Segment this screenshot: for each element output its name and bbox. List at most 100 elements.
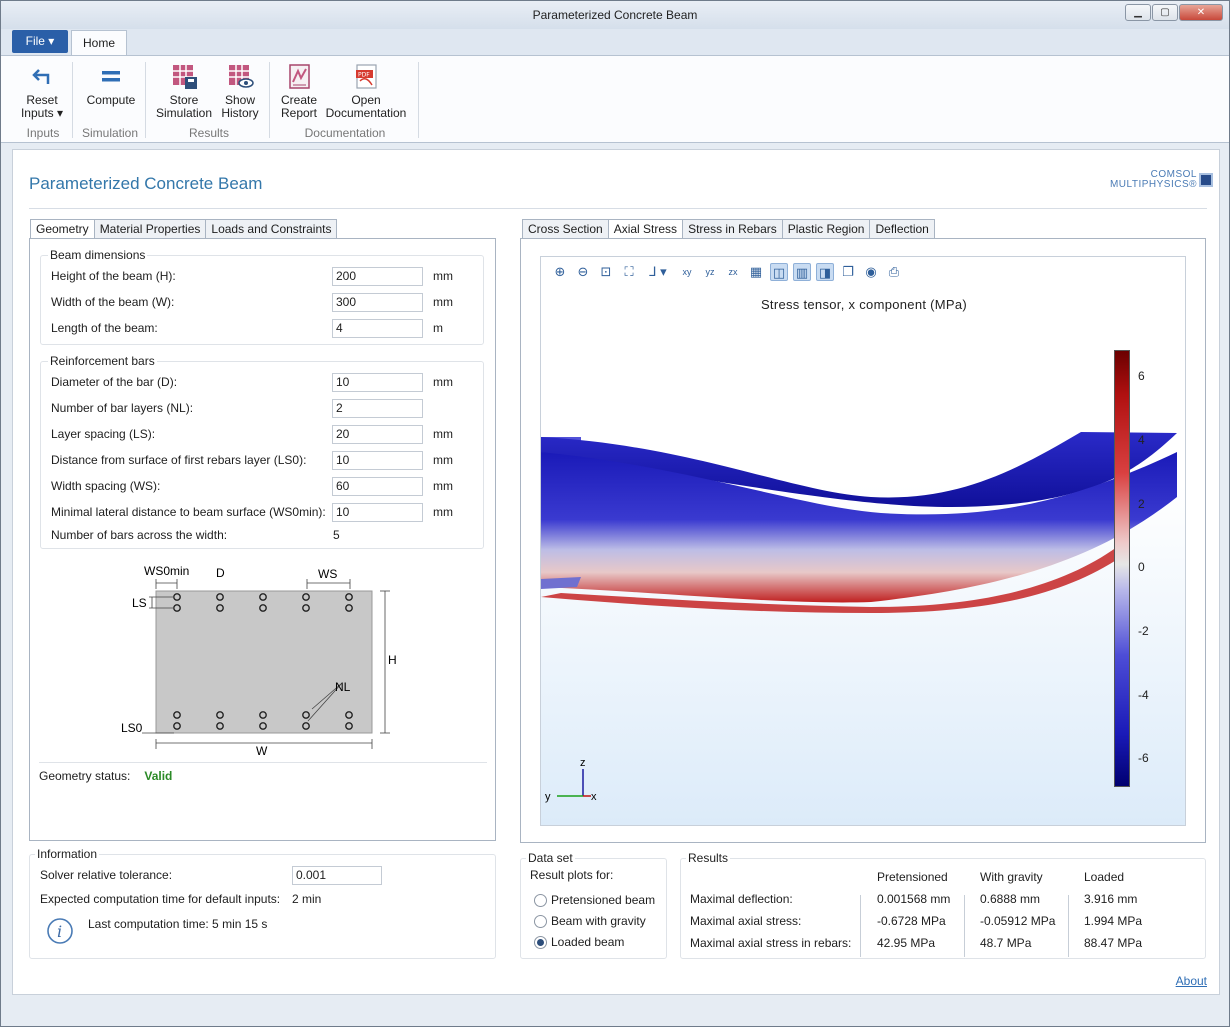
column-divider bbox=[860, 895, 861, 957]
layers-input[interactable]: 2 bbox=[332, 399, 423, 418]
main-panel: Parameterized Concrete Beam COMSOL MULTI… bbox=[12, 149, 1220, 995]
height-label: Height of the beam (H): bbox=[51, 269, 176, 283]
length-input[interactable]: 4 bbox=[332, 319, 423, 338]
logo-line-2: MULTIPHYSICS® bbox=[1109, 179, 1197, 190]
group-documentation-label: Documentation bbox=[304, 126, 386, 140]
width-spacing-unit: mm bbox=[433, 479, 453, 493]
ribbon-separator bbox=[269, 62, 270, 138]
app-window: Parameterized Concrete Beam ▁ ▢ ✕ File ▾… bbox=[0, 0, 1230, 1027]
lateral-distance-input[interactable]: 10 bbox=[332, 503, 423, 522]
result-value: 3.916 mm bbox=[1084, 892, 1138, 906]
data-set-legend: Data set bbox=[526, 851, 575, 865]
diameter-input[interactable]: 10 bbox=[332, 373, 423, 392]
colorbar-tick: 2 bbox=[1138, 497, 1145, 511]
tab-plastic-region[interactable]: Plastic Region bbox=[781, 219, 870, 239]
colorbar-tick: -2 bbox=[1138, 624, 1149, 638]
result-value: -0.05912 MPa bbox=[980, 914, 1056, 928]
expected-time-row: Expected computation time for default in… bbox=[40, 889, 460, 909]
axis-triad-icon: z y x bbox=[545, 757, 597, 803]
last-computation-label: Last computation time: 5 min 15 s bbox=[88, 917, 268, 931]
tab-geometry[interactable]: Geometry bbox=[30, 219, 94, 240]
width-input[interactable]: 300 bbox=[332, 293, 423, 312]
bars-count-row: Number of bars across the width: 5 bbox=[51, 525, 471, 545]
tab-cross-section[interactable]: Cross Section bbox=[522, 219, 608, 239]
maximize-button[interactable]: ▢ bbox=[1152, 4, 1178, 21]
last-computation-row: Last computation time: 5 min 15 s bbox=[88, 914, 508, 934]
radio-loaded-beam[interactable]: Loaded beam bbox=[534, 933, 624, 951]
result-value: -0.6728 MPa bbox=[877, 914, 946, 928]
tolerance-input[interactable]: 0.001 bbox=[292, 866, 382, 885]
report-label-2: Report bbox=[280, 106, 318, 120]
history-label-2: History bbox=[221, 106, 259, 120]
column-divider bbox=[964, 895, 965, 957]
open-documentation-button[interactable]: PDF Open Documentation bbox=[323, 62, 409, 120]
undo-icon bbox=[28, 62, 56, 90]
group-results-label: Results bbox=[188, 126, 229, 140]
bars-count-value: 5 bbox=[333, 528, 340, 542]
minimize-button[interactable]: ▁ bbox=[1125, 4, 1151, 21]
svg-text:i: i bbox=[57, 922, 62, 941]
width-spacing-label: Width spacing (WS): bbox=[51, 479, 161, 493]
file-menu-button[interactable]: File ▾ bbox=[12, 30, 68, 53]
about-link[interactable]: About bbox=[1176, 974, 1207, 988]
app-title: Parameterized Concrete Beam bbox=[29, 174, 263, 193]
sketch-ls-label: LS bbox=[132, 596, 147, 610]
comsol-logo: COMSOL MULTIPHYSICS® bbox=[1109, 170, 1213, 190]
geometry-status-label: Geometry status: bbox=[39, 769, 131, 783]
height-row: Height of the beam (H): 200 mm bbox=[51, 266, 471, 286]
reset-inputs-button[interactable]: Reset Inputs ▾ bbox=[19, 62, 65, 120]
sketch-ls0-label: LS0 bbox=[121, 721, 143, 735]
store-simulation-button[interactable]: Store Simulation bbox=[153, 62, 215, 120]
reinforcement-legend: Reinforcement bars bbox=[48, 354, 157, 368]
create-report-button[interactable]: Create Report bbox=[277, 62, 321, 120]
tab-loads-constraints[interactable]: Loads and Constraints bbox=[205, 219, 338, 239]
compute-button[interactable]: Compute bbox=[83, 62, 139, 107]
colorbar-tick: 0 bbox=[1138, 560, 1145, 574]
lateral-distance-row: Minimal lateral distance to beam surface… bbox=[51, 502, 471, 522]
width-spacing-input[interactable]: 60 bbox=[332, 477, 423, 496]
tab-material-properties[interactable]: Material Properties bbox=[93, 219, 206, 239]
layers-label: Number of bar layers (NL): bbox=[51, 401, 194, 415]
tab-deflection[interactable]: Deflection bbox=[869, 219, 935, 239]
surface-distance-input[interactable]: 10 bbox=[332, 451, 423, 470]
comsol-logo-icon bbox=[1199, 173, 1213, 187]
store-simulation-icon bbox=[170, 62, 198, 90]
colorbar-tick: -4 bbox=[1138, 688, 1149, 702]
store-label-2: Simulation bbox=[155, 106, 213, 120]
radio-beam-with-gravity[interactable]: Beam with gravity bbox=[534, 912, 646, 930]
window-title: Parameterized Concrete Beam bbox=[532, 8, 698, 22]
color-legend-bar bbox=[1114, 350, 1130, 787]
layer-spacing-input[interactable]: 20 bbox=[332, 425, 423, 444]
graphics-window: ⊕ ⊖ ⊡ ⛶ ⅃ ▾ xy yz zx ▦ ◫ ▥ ◨ ❐ ◉ ⎙ Stres… bbox=[540, 256, 1186, 826]
sketch-w-label: W bbox=[256, 744, 268, 755]
show-history-button[interactable]: Show History bbox=[217, 62, 263, 120]
layer-spacing-label: Layer spacing (LS): bbox=[51, 427, 156, 441]
axis-z-label: z bbox=[580, 757, 586, 769]
result-value: 0.001568 mm bbox=[877, 892, 951, 906]
height-unit: mm bbox=[433, 269, 453, 283]
doc-label-2: Documentation bbox=[325, 106, 407, 120]
group-simulation-label: Simulation bbox=[81, 126, 139, 140]
axis-x-label: x bbox=[591, 791, 597, 803]
length-row: Length of the beam: 4 m bbox=[51, 318, 471, 338]
tab-home[interactable]: Home bbox=[71, 30, 127, 56]
col-loaded: Loaded bbox=[1084, 870, 1125, 884]
svg-text:PDF: PDF bbox=[358, 72, 370, 79]
tab-axial-stress[interactable]: Axial Stress bbox=[607, 219, 683, 240]
beam-stress-render bbox=[541, 432, 1177, 613]
radio-pretensioned-beam[interactable]: Pretensioned beam bbox=[534, 891, 655, 909]
result-value: 48.7 MPa bbox=[980, 936, 1032, 950]
tab-stress-in-rebars[interactable]: Stress in Rebars bbox=[682, 219, 782, 239]
results-group: Results Pretensioned With gravity Loaded… bbox=[680, 851, 1206, 959]
colorbar-tick: 4 bbox=[1138, 433, 1145, 447]
result-value: 1.994 MPa bbox=[1084, 914, 1143, 928]
sketch-nl-label: NL bbox=[335, 680, 351, 694]
compute-label: Compute bbox=[86, 93, 136, 107]
show-history-icon bbox=[226, 62, 254, 90]
close-button[interactable]: ✕ bbox=[1179, 4, 1223, 21]
ribbon-separator bbox=[418, 62, 419, 138]
plot-panel: ⊕ ⊖ ⊡ ⛶ ⅃ ▾ xy yz zx ▦ ◫ ▥ ◨ ❐ ◉ ⎙ Stres… bbox=[520, 238, 1206, 843]
height-input[interactable]: 200 bbox=[332, 267, 423, 286]
reset-label-2: Inputs ▾ bbox=[20, 106, 64, 120]
ribbon-separator bbox=[72, 62, 73, 138]
